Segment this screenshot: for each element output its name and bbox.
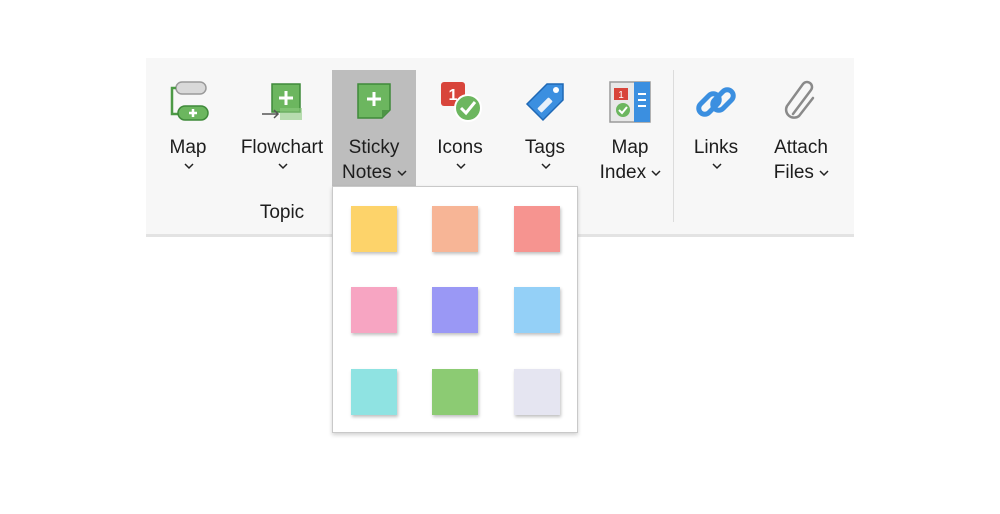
chevron-down-icon [455,162,466,171]
group-label-topic: Topic [259,202,305,223]
links-label: Links [693,137,739,158]
sticky-color-gray[interactable] [514,369,560,415]
tags-button[interactable]: Tags [506,70,584,186]
sticky-note-color-menu [332,186,578,433]
paperclip-icon [777,78,825,126]
sticky-notes-button[interactable]: Sticky Notes [332,70,416,186]
chevron-down-icon [651,169,661,178]
link-icon [692,78,740,126]
chevron-down-icon [397,169,407,178]
flowchart-button[interactable]: Flowchart [234,70,330,186]
sticky-color-red[interactable] [514,206,560,252]
chevron-down-icon [819,169,829,178]
map-button[interactable]: Map [150,70,226,186]
chevron-down-icon [277,162,288,171]
map-index-button[interactable]: 1 Map Index [590,70,670,186]
flowchart-label: Flowchart [240,137,324,158]
map-label: Map [169,137,207,158]
sticky-color-peach[interactable] [432,206,478,252]
sticky-color-pink[interactable] [351,287,397,333]
separator [673,70,674,222]
sticky-color-blue[interactable] [514,287,560,333]
tag-icon [521,78,569,126]
attach-files-button[interactable]: Attach Files [760,70,842,186]
flowchart-icon [258,78,306,126]
icons-label: Icons [437,137,483,158]
svg-text:1: 1 [618,90,624,101]
chevron-down-icon [540,162,551,171]
icons-icon: 1 [436,78,484,126]
sticky-color-yellow[interactable] [351,206,397,252]
map-index-icon: 1 [606,78,654,126]
chevron-down-icon [711,162,722,171]
links-button[interactable]: Links [678,70,754,186]
chevron-down-icon [183,162,194,171]
tags-label: Tags [524,137,566,158]
map-icon [164,78,212,126]
sticky-notes-label: Sticky Notes [342,135,407,185]
attach-files-label: Attach Files [773,137,829,183]
icons-button[interactable]: 1 Icons [422,70,498,186]
sticky-note-icon [350,78,398,126]
sticky-color-purple[interactable] [432,287,478,333]
sticky-color-cyan[interactable] [351,369,397,415]
sticky-color-green[interactable] [432,369,478,415]
map-index-label: Map Index [600,135,661,185]
